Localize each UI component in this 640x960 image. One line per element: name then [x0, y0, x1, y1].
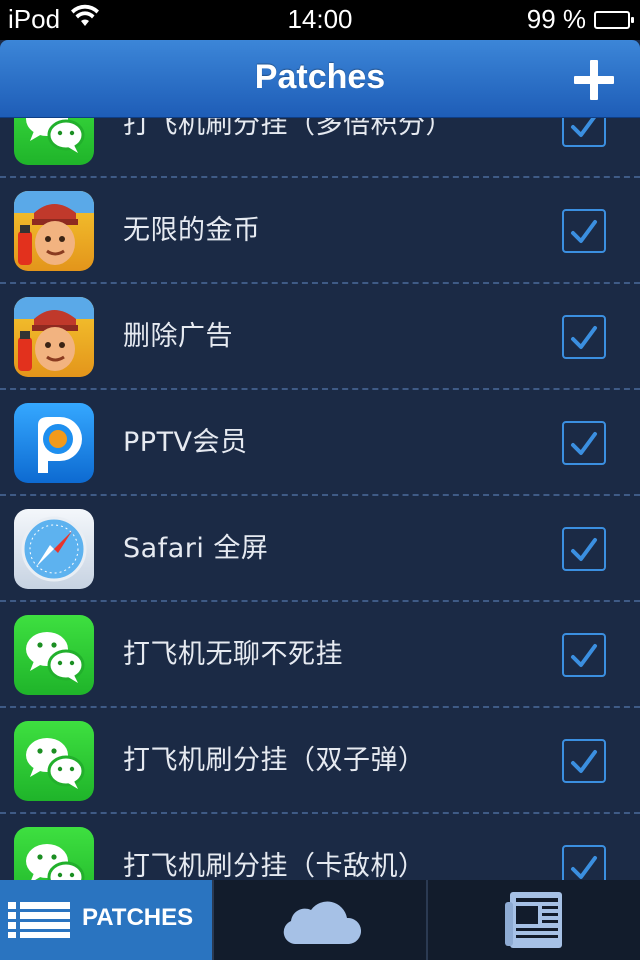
tab-patches[interactable]: PATCHES: [0, 880, 212, 960]
tab-bar: PATCHES: [0, 880, 640, 960]
tab-news[interactable]: [428, 880, 640, 960]
patch-row[interactable]: 打飞机刷分挂（卡敌机）: [0, 814, 640, 880]
tab-cloud[interactable]: [214, 880, 426, 960]
patch-label: Safari 全屏: [123, 533, 269, 564]
list-icon: [8, 902, 70, 942]
patch-row[interactable]: 删除广告: [0, 284, 640, 390]
patch-row[interactable]: 无限的金币: [0, 178, 640, 284]
patch-row[interactable]: 打飞机无聊不死挂: [0, 602, 640, 708]
patch-label: 打飞机无聊不死挂: [123, 639, 343, 670]
status-bar: iPod 14:00 99 %: [0, 0, 640, 40]
patch-label: 打飞机刷分挂（多倍积分）: [123, 118, 453, 140]
wechat-icon: [14, 827, 94, 880]
newspaper-icon: [504, 890, 564, 954]
patch-list[interactable]: 打飞机刷分挂（多倍积分） 无限的金币 删除广告 PPTV会员 Safari 全屏…: [0, 118, 640, 880]
patch-label: PPTV会员: [123, 427, 248, 458]
cloud-icon: [281, 894, 362, 950]
tab-label: PATCHES: [82, 904, 194, 931]
patch-checkbox[interactable]: [562, 633, 606, 677]
patch-label: 打飞机刷分挂（卡敌机）: [123, 851, 426, 880]
patch-row[interactable]: 打飞机刷分挂（多倍积分）: [0, 118, 640, 178]
patch-label: 删除广告: [123, 321, 233, 352]
patch-checkbox[interactable]: [562, 118, 606, 147]
wechat-icon: [14, 721, 94, 801]
pptv-icon: [14, 403, 94, 483]
tab-divider: [212, 880, 214, 960]
wechat-icon: [14, 118, 94, 165]
subway-surfers-icon: [14, 191, 94, 271]
patch-checkbox[interactable]: [562, 739, 606, 783]
patch-row[interactable]: Safari 全屏: [0, 496, 640, 602]
patch-row[interactable]: 打飞机刷分挂（双子弹）: [0, 708, 640, 814]
navigation-bar: Patches: [0, 40, 640, 118]
patch-checkbox[interactable]: [562, 209, 606, 253]
plus-icon[interactable]: [574, 60, 614, 100]
battery-percent: 99 %: [526, 4, 586, 34]
patch-checkbox[interactable]: [562, 315, 606, 359]
patch-checkbox[interactable]: [562, 527, 606, 571]
patch-row[interactable]: PPTV会员: [0, 390, 640, 496]
subway-surfers-icon: [14, 297, 94, 377]
page-title: Patches: [254, 58, 386, 96]
patch-checkbox[interactable]: [562, 421, 606, 465]
patch-label: 无限的金币: [123, 215, 261, 246]
wechat-icon: [14, 615, 94, 695]
safari-icon: [14, 509, 94, 589]
patch-label: 打飞机刷分挂（双子弹）: [123, 745, 426, 776]
patch-checkbox[interactable]: [562, 845, 606, 880]
battery-icon: [594, 10, 634, 29]
